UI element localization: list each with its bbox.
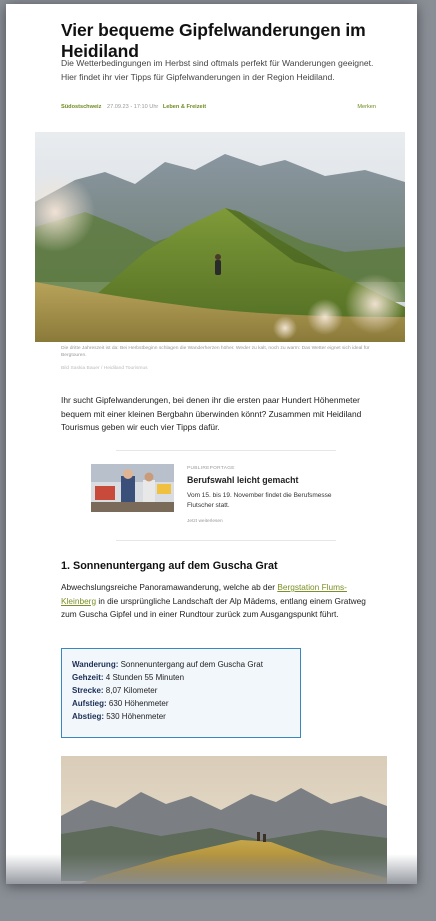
info-row-strecke: Strecke: 8,07 Kilometer [72, 684, 300, 697]
section-heading: 1. Sonnenuntergang auf dem Guscha Grat [61, 560, 278, 572]
promo-description: Vom 15. bis 19. November findet die Beru… [187, 492, 332, 509]
article-intro: Ihr sucht Gipfelwanderungen, bei denen i… [61, 395, 362, 432]
info-row-wanderung: Wanderung: Sonnenuntergang auf dem Gusch… [72, 658, 300, 671]
divider [116, 450, 336, 451]
hike-info-box: Wanderung: Sonnenuntergang auf dem Gusch… [61, 648, 301, 738]
info-label: Strecke: [72, 686, 104, 695]
hero-image [35, 132, 405, 342]
article-lead: Die Wetterbedingungen im Herbst sind oft… [61, 58, 374, 82]
section-text-before: Abwechslungsreiche Panoramawanderung, we… [61, 582, 278, 592]
info-label: Wanderung: [72, 660, 119, 669]
hero-credit: Bild Saskia Bauer / Heidiland Tourismus [61, 366, 148, 371]
page-fade [6, 854, 417, 884]
hero-caption: Die dritte Jahreszeit ist da: Bei Herbst… [61, 346, 370, 358]
region-link[interactable]: Südostschweiz [61, 104, 101, 110]
promo-title[interactable]: Berufswahl leicht gemacht [187, 475, 298, 485]
info-label: Aufstieg: [72, 699, 107, 708]
article-meta: Südostschweiz 27.09.23 - 17:10 Uhr Leben… [61, 104, 376, 114]
section-text-after: in die ursprüngliche Landschaft der Alp … [61, 595, 366, 620]
info-row-gehzeit: Gehzeit: 4 Stunden 55 Minuten [72, 671, 300, 684]
info-label: Abstieg: [72, 712, 104, 721]
publish-date: 27.09.23 - 17:10 Uhr [106, 104, 159, 110]
info-value: Sonnenuntergang auf dem Guscha Grat [118, 660, 263, 669]
info-label: Gehzeit: [72, 673, 104, 682]
mountain-photo [35, 132, 405, 342]
promo-kicker: PUBLIREPORTAGE [187, 466, 235, 471]
info-value: 4 Stunden 55 Minuten [103, 673, 185, 682]
promo-read-more-link[interactable]: Jetzt weiterlesen [187, 519, 223, 524]
promo-card[interactable]: PUBLIREPORTAGE Berufswahl leicht gemacht… [91, 462, 361, 532]
promo-image[interactable] [91, 464, 174, 512]
bookmark-button[interactable]: Merken [357, 104, 376, 110]
info-row-aufstieg: Aufstieg: 630 Höhenmeter [72, 697, 300, 710]
info-value: 630 Höhenmeter [106, 699, 169, 708]
section-text: Abwechslungsreiche Panoramawanderung, we… [61, 581, 381, 622]
divider [116, 540, 336, 541]
info-value: 8,07 Kilometer [103, 686, 158, 695]
fair-photo [91, 464, 174, 512]
category-link[interactable]: Leben & Freizeit [163, 104, 206, 110]
info-value: 530 Höhenmeter [104, 712, 166, 721]
article-page: Vier bequeme Gipfelwanderungen im Heidil… [6, 4, 417, 884]
info-row-abstieg: Abstieg: 530 Höhenmeter [72, 710, 300, 723]
